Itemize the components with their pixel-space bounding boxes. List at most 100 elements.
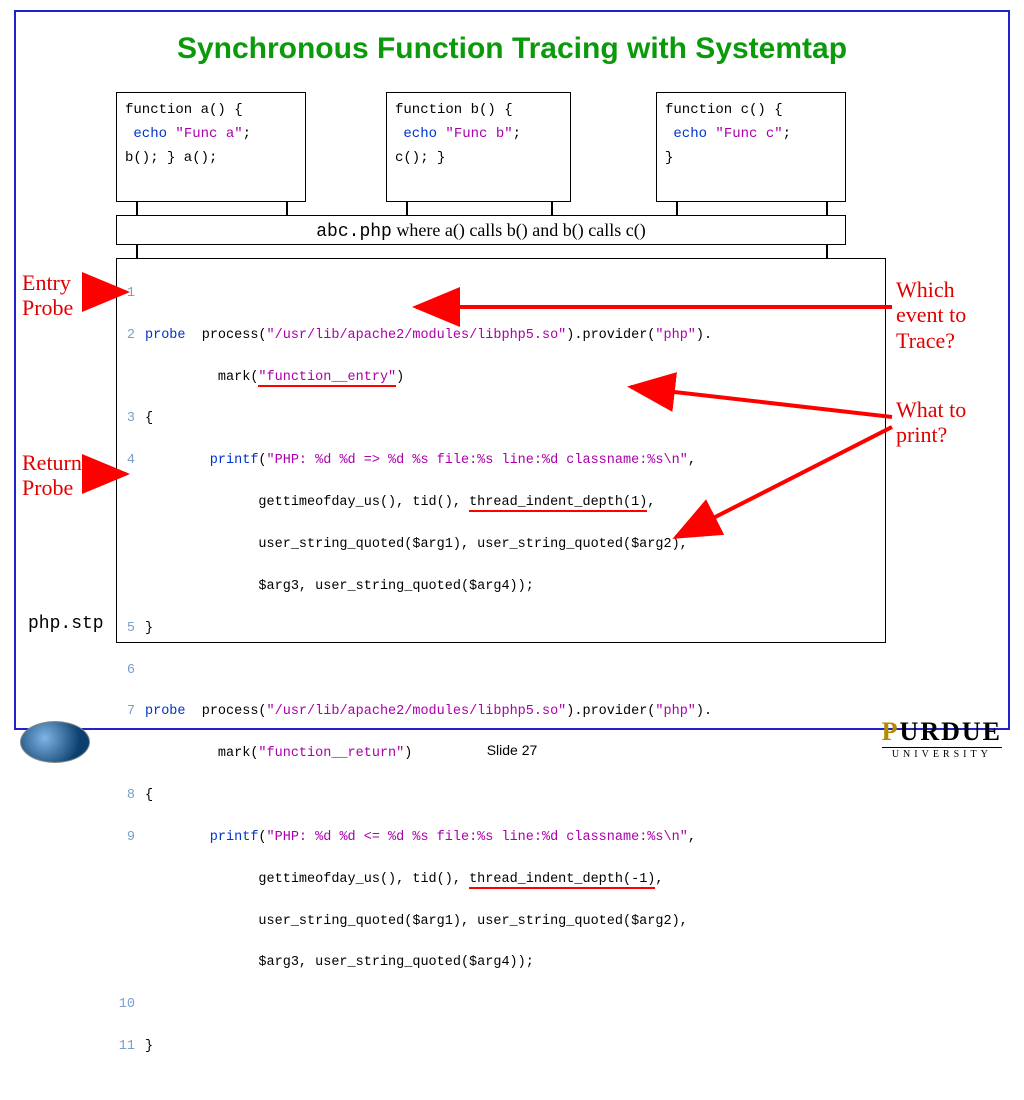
t: }: [665, 150, 673, 166]
ln: [117, 912, 145, 933]
mark-entry: "function__entry": [258, 370, 396, 387]
t: probe: [145, 704, 186, 719]
label-php-stp: php.stp: [28, 614, 104, 634]
t: (: [258, 453, 266, 468]
code-function-c: function c() { echo "Func c"; }: [656, 92, 846, 202]
t: echo: [673, 126, 707, 142]
ln: 9: [117, 828, 145, 849]
t: printf: [145, 830, 258, 845]
t: gettimeofday_us(), tid(),: [145, 495, 469, 510]
t: UNIVERSITY: [882, 747, 1002, 760]
t: ;: [513, 126, 521, 142]
t: process(: [186, 704, 267, 719]
t: $arg3, user_string_quoted($arg4));: [145, 955, 534, 970]
ln: [117, 535, 145, 556]
t: ,: [655, 872, 663, 887]
ln: 2: [117, 326, 145, 347]
ln: [117, 493, 145, 514]
t: b(); } a();: [125, 150, 217, 166]
t: "php": [655, 328, 696, 343]
code-function-a: function a() { echo "Func a"; b(); } a()…: [116, 92, 306, 202]
ln: [117, 368, 145, 389]
t: b() {: [462, 102, 512, 118]
t: "/usr/lib/apache2/modules/libphp5.so": [267, 328, 567, 343]
ln: [117, 577, 145, 598]
label-what-to-print: What to print?: [896, 397, 966, 448]
connector: [551, 202, 553, 216]
t: Entry: [22, 270, 71, 295]
ln: 6: [117, 661, 145, 682]
slide-number: Slide 27: [0, 742, 1024, 758]
t: event to: [896, 302, 966, 327]
thread-indent-1: thread_indent_depth(1): [469, 495, 647, 512]
t: ).: [696, 704, 712, 719]
t: URDUE: [900, 717, 1002, 746]
t: }: [145, 621, 153, 636]
t: echo: [403, 126, 437, 142]
t: {: [145, 788, 153, 803]
stap-listing-box: 1 2probe process("/usr/lib/apache2/modul…: [116, 258, 886, 643]
t: user_string_quoted($arg1), user_string_q…: [145, 914, 688, 929]
thread-indent-neg1: thread_indent_depth(-1): [469, 872, 655, 889]
t: Trace?: [896, 328, 955, 353]
t: "php": [655, 704, 696, 719]
t: "Func b": [437, 126, 513, 142]
t: (: [258, 830, 266, 845]
ln: 11: [117, 1037, 145, 1058]
t: {: [145, 411, 153, 426]
t: process(: [186, 328, 267, 343]
connector: [286, 202, 288, 216]
ln: 3: [117, 409, 145, 430]
t: Probe: [22, 295, 73, 320]
t: a() {: [192, 102, 242, 118]
t: Probe: [22, 475, 73, 500]
t: "Func c": [707, 126, 783, 142]
caption-box: abc.php where a() calls b() and b() call…: [116, 215, 846, 245]
t: printf: [145, 453, 258, 468]
t: "/usr/lib/apache2/modules/libphp5.so": [267, 704, 567, 719]
t: user_string_quoted($arg1), user_string_q…: [145, 537, 688, 552]
t: $arg3, user_string_quoted($arg4));: [145, 579, 534, 594]
t: ;: [243, 126, 251, 142]
t: ;: [783, 126, 791, 142]
t: ).: [696, 328, 712, 343]
t: P: [882, 717, 900, 746]
ln: 1: [117, 284, 145, 305]
dcsl-logo: [20, 721, 90, 763]
t: ,: [688, 453, 696, 468]
t: "PHP: %d %d => %d %s file:%s line:%d cla…: [267, 453, 688, 468]
t: ).provider(: [566, 704, 655, 719]
label-return-probe: Return Probe: [22, 450, 82, 501]
t: "PHP: %d %d <= %d %s file:%s line:%d cla…: [267, 830, 688, 845]
stap-listing: 1 2probe process("/usr/lib/apache2/modul…: [117, 259, 885, 1100]
t: }: [145, 1039, 153, 1054]
caption-mono: abc.php: [316, 222, 392, 242]
purdue-logo: PURDUE UNIVERSITY: [882, 719, 1002, 760]
ln: 4: [117, 451, 145, 472]
t: mark(: [145, 370, 258, 385]
label-entry-probe: Entry Probe: [22, 270, 73, 321]
t: What to: [896, 397, 966, 422]
t: ).provider(: [566, 328, 655, 343]
t: function: [665, 102, 732, 118]
slide-frame: Synchronous Function Tracing with System…: [14, 10, 1010, 730]
t: print?: [896, 422, 947, 447]
connector: [136, 245, 138, 259]
t: c(); }: [395, 150, 445, 166]
t: "Func a": [167, 126, 243, 142]
ln: 10: [117, 995, 145, 1016]
slide-title: Synchronous Function Tracing with System…: [16, 32, 1008, 66]
ln: 7: [117, 702, 145, 723]
t: gettimeofday_us(), tid(),: [145, 872, 469, 887]
ln: [117, 953, 145, 974]
t: probe: [145, 328, 186, 343]
t: ,: [647, 495, 655, 510]
code-function-b: function b() { echo "Func b"; c(); }: [386, 92, 571, 202]
connector: [676, 202, 678, 216]
connector: [826, 245, 828, 259]
connector: [136, 202, 138, 216]
ln: 8: [117, 786, 145, 807]
t: echo: [133, 126, 167, 142]
t: Which: [896, 277, 955, 302]
connector: [826, 202, 828, 216]
